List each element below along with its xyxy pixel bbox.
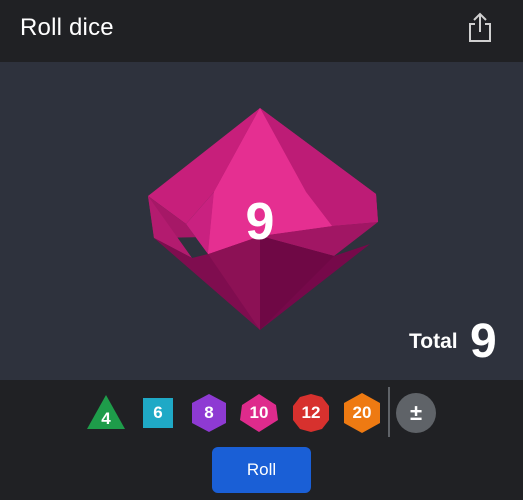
d8-button[interactable]: 8 — [188, 392, 230, 434]
d12-button[interactable]: 12 — [290, 392, 332, 434]
d10-label: 10 — [249, 403, 269, 422]
plus-minus-icon: ± — [409, 400, 423, 425]
d20-label: 20 — [352, 403, 372, 422]
page-title: Roll dice — [20, 14, 114, 41]
roll-button[interactable]: Roll — [212, 447, 311, 493]
total-label: Total — [409, 330, 458, 353]
d6-button[interactable]: 6 — [137, 392, 179, 434]
d6-label: 6 — [153, 403, 163, 422]
d4-button[interactable]: 4 — [85, 392, 127, 434]
share-icon[interactable] — [464, 10, 496, 44]
d10-die[interactable]: 9 — [146, 108, 378, 330]
d4-label: 4 — [101, 409, 111, 428]
die-face-value: 9 — [245, 193, 275, 251]
total-value: 9 — [470, 315, 497, 368]
dice-stage: 9 Total 9 — [0, 62, 523, 380]
d12-label: 12 — [301, 403, 321, 422]
d8-label: 8 — [204, 403, 214, 422]
modifier-button[interactable]: ± — [395, 392, 437, 434]
app-header: Roll dice — [0, 0, 523, 62]
d20-button[interactable]: 20 — [341, 392, 383, 434]
divider — [388, 387, 390, 437]
d10-button[interactable]: 10 — [238, 392, 280, 434]
